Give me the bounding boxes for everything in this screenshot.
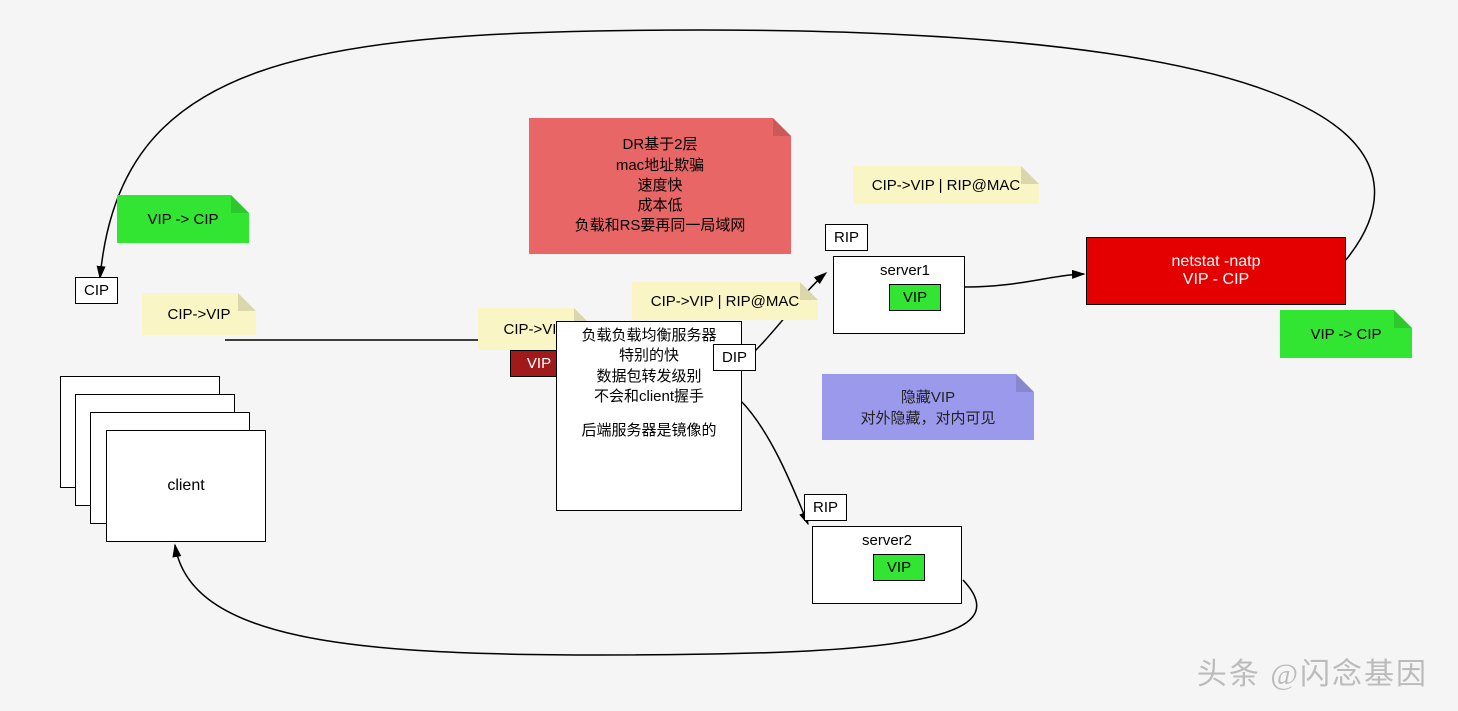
note-cip-vip-rip-mac-top: CIP->VIP | RIP@MAC [853,166,1039,204]
note-text: CIP->VIP | RIP@MAC [651,293,799,310]
label-dip: DIP [713,344,756,371]
note-cip-to-vip-client: CIP->VIP [142,293,256,335]
note-dr: DR基于2层 mac地址欺骗 速度快 成本低 负载和RS要再同一局域网 [529,118,791,254]
note-vip-to-cip-top: VIP -> CIP [117,195,249,243]
server1-label: server1 [880,262,930,279]
note-vip-to-cip-right: VIP -> CIP [1280,310,1412,358]
label-vip-server1: VIP [889,284,941,311]
client-node: client [106,430,266,542]
note-hidden-vip: 隐藏VIP 对外隐藏，对内可见 [822,374,1034,440]
note-text: VIP -> CIP [147,211,218,228]
label-vip-server2: VIP [873,554,925,581]
label-cip: CIP [75,277,118,304]
note-cip-vip-rip-mac-lb: CIP->VIP | RIP@MAC [632,282,818,320]
note-text: CIP->VIP | RIP@MAC [872,177,1020,194]
load-balancer-text: 负载负载均衡服务器 特别的快 数据包转发级别 不会和client握手 后端服务器… [564,326,734,441]
server2-label: server2 [862,532,912,549]
netstat-box: netstat -natp VIP - CIP [1086,237,1346,305]
note-text: CIP->VIP [168,306,231,323]
note-text: VIP -> CIP [1310,326,1381,343]
label-rip-2: RIP [804,494,847,521]
label-rip-1: RIP [825,224,868,251]
watermark: 头条 @闪念基因 [1197,649,1428,693]
client-label: client [167,477,204,495]
